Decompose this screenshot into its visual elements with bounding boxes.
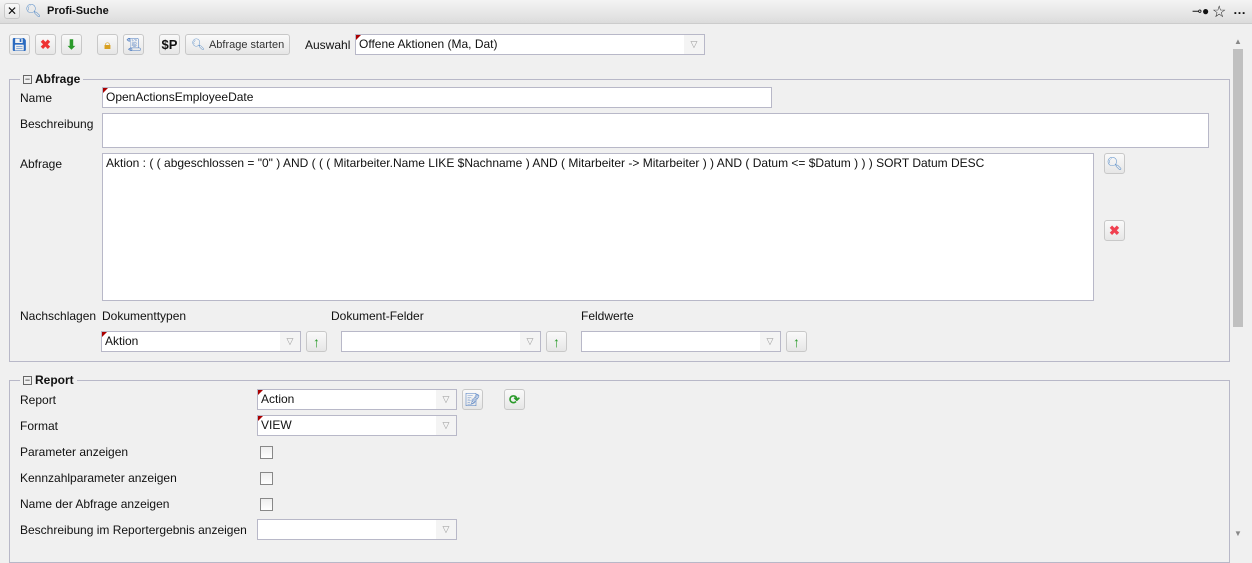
- description-label: Beschreibung: [20, 117, 94, 131]
- title-bar: ✕ 🔍︎ Profi-Suche ⊸● ☆ …: [0, 0, 1252, 24]
- selection-label: Auswahl: [305, 38, 351, 52]
- chevron-down-icon: ▽: [436, 520, 456, 539]
- delete-document-icon[interactable]: ✖: [35, 34, 56, 55]
- field-values-label: Feldwerte: [581, 309, 634, 323]
- show-description-select[interactable]: ▽: [257, 519, 457, 540]
- insert-up-icon[interactable]: ↑: [306, 331, 327, 352]
- search-icon: 🔍︎: [191, 39, 205, 51]
- scroll-up-icon[interactable]: ▲: [1234, 37, 1242, 46]
- query-label: Abfrage: [20, 157, 63, 171]
- scroll-icon[interactable]: 📜︎: [123, 34, 144, 55]
- selection-select[interactable]: Offene Aktionen (Ma, Dat) ▽: [355, 34, 705, 55]
- pin-icon[interactable]: ⊸●: [1192, 4, 1209, 18]
- report-select[interactable]: Action ▽: [257, 389, 457, 410]
- chevron-down-icon: ▽: [520, 332, 540, 351]
- more-icon[interactable]: …: [1233, 2, 1246, 17]
- format-label: Format: [20, 419, 59, 433]
- report-label: Report: [20, 393, 57, 407]
- show-query-name-label: Name der Abfrage anzeigen: [20, 497, 170, 511]
- scrollbar-thumb[interactable]: [1233, 49, 1243, 327]
- chevron-down-icon: ▽: [280, 332, 300, 351]
- collapse-icon[interactable]: −: [23, 375, 32, 385]
- run-query-button[interactable]: 🔍︎ Abfrage starten: [185, 34, 291, 55]
- name-input[interactable]: OpenActionsEmployeeDate: [102, 87, 772, 108]
- run-query-label: Abfrage starten: [208, 38, 285, 51]
- vertical-scrollbar[interactable]: ▲ ▼: [1231, 35, 1245, 541]
- search-icon: 🔍︎: [25, 3, 42, 18]
- insert-up-icon[interactable]: ↑: [546, 331, 567, 352]
- refresh-icon[interactable]: ⟳: [504, 389, 525, 410]
- collapse-icon[interactable]: −: [23, 74, 32, 84]
- download-icon[interactable]: ⬇: [61, 34, 82, 55]
- name-label: Name: [20, 91, 53, 105]
- chevron-down-icon: ▽: [760, 332, 780, 351]
- insert-up-icon[interactable]: ↑: [786, 331, 807, 352]
- show-query-name-checkbox[interactable]: [260, 498, 273, 511]
- description-input[interactable]: [102, 113, 1209, 148]
- chevron-down-icon: ▽: [436, 416, 456, 435]
- chevron-down-icon: ▽: [684, 35, 704, 54]
- format-select[interactable]: VIEW ▽: [257, 415, 457, 436]
- field-values-select[interactable]: ▽: [581, 331, 781, 352]
- doc-types-label: Dokumenttypen: [102, 309, 187, 323]
- star-icon[interactable]: ☆: [1212, 2, 1226, 22]
- query-textarea[interactable]: Aktion : ( ( abgeschlossen = "0" ) AND (…: [102, 153, 1094, 301]
- show-kpi-params-checkbox[interactable]: [260, 472, 273, 485]
- show-params-label: Parameter anzeigen: [20, 445, 129, 459]
- close-icon[interactable]: ✕: [4, 3, 20, 19]
- search-icon[interactable]: 🔍︎: [1104, 153, 1125, 174]
- lookup-label: Nachschlagen: [20, 309, 97, 323]
- show-kpi-params-label: Kennzahlparameter anzeigen: [20, 471, 177, 485]
- chevron-down-icon: ▽: [436, 390, 456, 409]
- doc-fields-label: Dokument-Felder: [331, 309, 424, 323]
- window-title: Profi-Suche: [47, 5, 109, 17]
- clear-icon[interactable]: ✖: [1104, 220, 1125, 241]
- lock-icon[interactable]: 🔒︎: [97, 34, 118, 55]
- scroll-down-icon[interactable]: ▼: [1234, 529, 1242, 538]
- show-description-label: Beschreibung im Reportergebnis anzeigen: [20, 523, 247, 537]
- doc-fields-select[interactable]: ▽: [341, 331, 541, 352]
- show-params-checkbox[interactable]: [260, 446, 273, 459]
- save-icon[interactable]: 💾︎: [9, 34, 30, 55]
- parameter-button[interactable]: $P: [159, 34, 180, 55]
- edit-report-icon[interactable]: 📝︎: [462, 389, 483, 410]
- doc-types-select[interactable]: Aktion ▽: [101, 331, 301, 352]
